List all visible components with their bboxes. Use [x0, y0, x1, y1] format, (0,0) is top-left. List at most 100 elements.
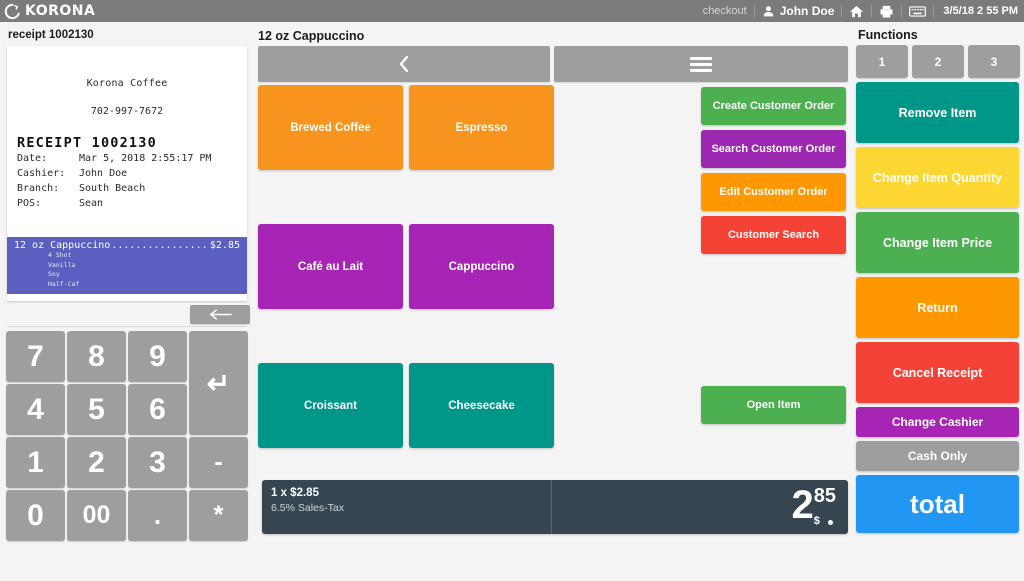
product-tile-cafe-au-lait[interactable]: Café au Lait [258, 224, 403, 309]
printer-icon[interactable] [879, 4, 894, 19]
total-bar-left: 1 x $2.85 6.5% Sales-Tax [262, 480, 551, 534]
key-decimal[interactable]: . [128, 490, 187, 541]
divider [933, 5, 935, 17]
field-key: Date: [17, 153, 48, 164]
checkout-label[interactable]: checkout [703, 5, 747, 17]
customer-search-button[interactable]: Customer Search [701, 216, 846, 254]
key-0[interactable]: 0 [6, 490, 65, 541]
key-6[interactable]: 6 [128, 384, 187, 435]
product-menu-button[interactable] [554, 46, 848, 82]
functions-panel-title: Functions [858, 28, 918, 42]
total-summary-bar: 1 x $2.85 6.5% Sales-Tax 2 85 $ [262, 480, 848, 534]
tax-line: 6.5% Sales-Tax [271, 502, 344, 514]
functions-panel: 1 2 3 Remove Item Change Item Quantity C… [854, 45, 1024, 542]
top-bar: KORONA checkout John Doe 3/5/18 2 55 PM [0, 0, 1024, 22]
field-value: South Beach [79, 183, 146, 194]
receipt-preview[interactable]: Korona Coffee 702-997-7672 RECEIPT 10021… [7, 46, 247, 301]
keypad-divider [7, 326, 247, 327]
line-item-modifier: Soy [48, 270, 60, 278]
grid-spacer [258, 176, 554, 218]
product-nav-back-button[interactable] [258, 46, 550, 82]
product-tile-espresso[interactable]: Espresso [409, 85, 554, 170]
key-8[interactable]: 8 [67, 331, 126, 382]
line-item-row: 12 oz Cappuccino ................... $2.… [14, 240, 240, 251]
datetime-display: 3/5/18 2 55 PM [943, 5, 1018, 17]
function-page-3[interactable]: 3 [968, 45, 1020, 78]
key-5[interactable]: 5 [67, 384, 126, 435]
divider [753, 5, 755, 17]
return-button[interactable]: Return [856, 277, 1019, 338]
field-value: Sean [79, 198, 104, 209]
line-item-modifier: Vanilla [48, 260, 76, 269]
key-4[interactable]: 4 [6, 384, 65, 435]
product-tile-cappuccino[interactable]: Cappuccino [409, 224, 554, 309]
keyboard-icon[interactable] [909, 5, 927, 18]
chevron-left-icon [399, 55, 409, 73]
function-page-2[interactable]: 2 [912, 45, 964, 78]
key-enter[interactable]: ↵ [189, 331, 248, 435]
product-panel: Brewed Coffee Espresso Café au Lait Capp… [254, 45, 854, 542]
key-minus[interactable]: - [189, 437, 248, 488]
key-7[interactable]: 7 [6, 331, 65, 382]
receipt-line-item-selected[interactable]: 12 oz Cappuccino ................... $2.… [7, 237, 247, 294]
edit-customer-order-button[interactable]: Edit Customer Order [701, 173, 846, 211]
receipt-title: RECEIPT 1002130 [17, 135, 157, 151]
receipt-panel-title: receipt 1002130 [8, 29, 94, 41]
amount-display: 2 85 $ [791, 483, 837, 527]
receipt-store-name: Korona Coffee [86, 78, 168, 89]
total-bar-right: 2 85 $ [552, 480, 848, 534]
divider [871, 5, 873, 17]
field-value: John Doe [79, 168, 128, 179]
change-cashier-button[interactable]: Change Cashier [856, 407, 1019, 437]
receipt-phone: 702-997-7672 [90, 106, 164, 117]
user-menu[interactable]: John Doe [762, 4, 835, 18]
line-item-modifier: 4 Shot [48, 251, 72, 259]
korona-circle-icon [4, 3, 21, 20]
total-button[interactable]: total [856, 475, 1019, 533]
cash-only-button[interactable]: Cash Only [856, 441, 1019, 471]
currency-symbol: $ [813, 515, 820, 527]
decimal-dot [827, 520, 833, 525]
user-name: John Doe [779, 4, 835, 18]
change-item-quantity-button[interactable]: Change Item Quantity [856, 147, 1019, 208]
product-tile-croissant[interactable]: Croissant [258, 363, 403, 448]
line-item-dots: ................... [111, 240, 209, 251]
search-customer-order-button[interactable]: Search Customer Order [701, 130, 846, 168]
receipt-field-branch: Branch: South Beach [17, 181, 247, 196]
brand-logo: KORONA [0, 3, 95, 20]
divider [841, 5, 843, 17]
field-key: Branch: [17, 183, 60, 194]
amount-fraction-group: 85 $ [813, 485, 836, 527]
create-customer-order-button[interactable]: Create Customer Order [701, 87, 846, 125]
field-value: Mar 5, 2018 2:55:17 PM [79, 153, 212, 164]
field-key: Cashier: [17, 168, 66, 179]
key-1[interactable]: 1 [6, 437, 65, 488]
home-icon[interactable] [849, 4, 864, 19]
receipt-back-button[interactable] [190, 305, 250, 324]
customer-order-button-group: Create Customer Order Search Customer Or… [701, 87, 846, 259]
cancel-receipt-button[interactable]: Cancel Receipt [856, 342, 1019, 403]
brand-name: KORONA [25, 3, 96, 19]
line-item-price: $2.85 [209, 240, 240, 251]
amount-cents: 85 [813, 485, 836, 507]
remove-item-button[interactable]: Remove Item [856, 82, 1019, 143]
key-9[interactable]: 9 [128, 331, 187, 382]
function-page-1[interactable]: 1 [856, 45, 908, 78]
key-asterisk[interactable]: * [189, 490, 248, 541]
quantity-price-line: 1 x $2.85 [271, 487, 319, 499]
product-tile-brewed-coffee[interactable]: Brewed Coffee [258, 85, 403, 170]
line-item-name: 12 oz Cappuccino [14, 240, 111, 251]
user-icon [762, 5, 775, 18]
receipt-panel: Korona Coffee 702-997-7672 RECEIPT 10021… [0, 45, 254, 542]
hamburger-menu-icon [690, 54, 712, 75]
amount-integer: 2 [791, 483, 814, 527]
change-item-price-button[interactable]: Change Item Price [856, 212, 1019, 273]
key-2[interactable]: 2 [67, 437, 126, 488]
product-tile-cheesecake[interactable]: Cheesecake [409, 363, 554, 448]
receipt-field-date: Date: Mar 5, 2018 2:55:17 PM [17, 151, 247, 166]
field-key: POS: [17, 198, 42, 209]
key-3[interactable]: 3 [128, 437, 187, 488]
key-double-zero[interactable]: 00 [67, 490, 126, 541]
open-item-button[interactable]: Open Item [701, 386, 846, 424]
grid-spacer [258, 315, 554, 357]
